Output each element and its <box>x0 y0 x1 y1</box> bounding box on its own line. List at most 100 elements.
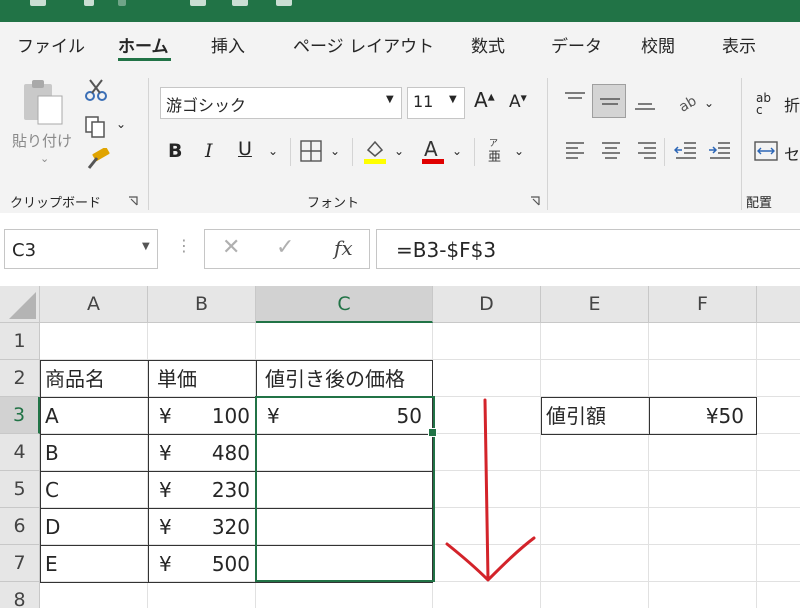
tab-review[interactable]: 校閲 <box>641 32 675 57</box>
grid-cell-b1[interactable] <box>148 323 256 360</box>
cell-c6[interactable] <box>256 508 433 546</box>
column-header-c[interactable]: C <box>256 286 433 323</box>
decrease-font-size-icon[interactable]: A▼ <box>509 92 527 112</box>
cell-a5[interactable]: C <box>40 471 149 509</box>
grid-cell-e7[interactable] <box>541 545 649 582</box>
wrap-text-icon[interactable]: ab c <box>756 92 771 116</box>
print-preview-icon[interactable] <box>190 0 206 6</box>
row-header-6[interactable]: 6 <box>0 508 40 545</box>
clipboard-launcher-icon[interactable] <box>128 196 138 206</box>
underline-button[interactable]: U <box>238 138 252 160</box>
grid-cell-g2[interactable] <box>757 360 800 397</box>
tab-file[interactable]: ファイル <box>17 32 85 57</box>
undo-icon[interactable] <box>84 0 94 6</box>
font-launcher-icon[interactable] <box>530 196 540 206</box>
grid-cell-a1[interactable] <box>40 323 148 360</box>
select-all-corner[interactable] <box>0 286 40 323</box>
enter-icon[interactable]: ✓ <box>276 235 294 260</box>
cell-b5[interactable]: ¥230 <box>148 471 257 509</box>
orientation-icon[interactable]: ab <box>676 90 700 112</box>
column-header-d[interactable]: D <box>433 286 541 323</box>
font-color-icon[interactable]: A <box>420 136 446 166</box>
grid-cell-e5[interactable] <box>541 471 649 508</box>
grid-cell-g6[interactable] <box>757 508 800 545</box>
column-header-a[interactable]: A <box>40 286 148 323</box>
grid-cell-e1[interactable] <box>541 323 649 360</box>
phonetic-guide-icon[interactable]: ア 亜 <box>486 136 506 164</box>
cell-c5[interactable] <box>256 471 433 509</box>
font-size-chevron-icon[interactable]: ▼ <box>449 94 457 105</box>
grid-cell-f2[interactable] <box>649 360 757 397</box>
paste-icon[interactable] <box>20 76 68 128</box>
grid-cell-c1[interactable] <box>256 323 433 360</box>
grid-cell-e4[interactable] <box>541 434 649 471</box>
cell-b7[interactable]: ¥500 <box>148 545 257 583</box>
grid-cell-g4[interactable] <box>757 434 800 471</box>
column-header-f[interactable]: F <box>649 286 757 323</box>
tab-insert[interactable]: 挿入 <box>211 32 245 57</box>
cell-b6[interactable]: ¥320 <box>148 508 257 546</box>
cell-a3[interactable]: A <box>40 397 149 435</box>
row-header-4[interactable]: 4 <box>0 434 40 471</box>
grid-cell-f7[interactable] <box>649 545 757 582</box>
cell-b3[interactable]: ¥100 <box>148 397 257 435</box>
save-icon[interactable] <box>30 0 46 6</box>
insert-function-icon[interactable]: fx <box>334 236 353 260</box>
column-header-g[interactable] <box>757 286 800 323</box>
copy-icon[interactable] <box>84 115 106 139</box>
grid-cell-b8[interactable] <box>148 582 256 608</box>
cell-c7[interactable] <box>256 545 433 583</box>
column-header-e[interactable]: E <box>541 286 649 323</box>
grid-cell-g5[interactable] <box>757 471 800 508</box>
orientation-dropdown-icon[interactable]: ⌄ <box>704 96 714 110</box>
cell-f3[interactable]: ¥50 <box>649 397 757 435</box>
wrap-text-label[interactable]: 折 <box>784 92 800 116</box>
name-box-dropdown-icon[interactable]: ▼ <box>142 241 150 252</box>
cell-a7[interactable]: E <box>40 545 149 583</box>
grid-cell-f4[interactable] <box>649 434 757 471</box>
tab-view[interactable]: 表示 <box>722 32 756 57</box>
format-painter-icon[interactable] <box>83 148 111 172</box>
row-header-5[interactable]: 5 <box>0 471 40 508</box>
customize-quick-access-icon[interactable] <box>276 0 292 6</box>
paste-dropdown-icon[interactable]: ⌄ <box>40 152 49 165</box>
increase-indent-icon[interactable] <box>708 140 732 162</box>
bold-button[interactable]: B <box>168 140 182 162</box>
cell-a4[interactable]: B <box>40 434 149 472</box>
italic-button[interactable]: I <box>205 140 213 162</box>
row-header-8[interactable]: 8 <box>0 582 40 608</box>
grid-cell-e8[interactable] <box>541 582 649 608</box>
cell-c3[interactable]: ¥50 <box>256 397 433 435</box>
grid-cell-g7[interactable] <box>757 545 800 582</box>
cell-c2[interactable]: 値引き後の価格 <box>256 360 433 398</box>
grid-cell-c8[interactable] <box>256 582 433 608</box>
paste-label[interactable]: 貼り付け <box>12 130 72 151</box>
cell-b4[interactable]: ¥480 <box>148 434 257 472</box>
borders-dropdown-icon[interactable]: ⌄ <box>330 144 340 158</box>
grid-cell-d1[interactable] <box>433 323 541 360</box>
grid-cell-f1[interactable] <box>649 323 757 360</box>
row-header-3[interactable]: 3 <box>0 397 40 434</box>
quick-print-icon[interactable] <box>232 0 248 6</box>
phonetic-dropdown-icon[interactable]: ⌄ <box>514 144 524 158</box>
grid-cell-g8[interactable] <box>757 582 800 608</box>
cancel-icon[interactable]: ✕ <box>222 235 240 260</box>
underline-dropdown-icon[interactable]: ⌄ <box>268 144 278 158</box>
align-bottom-icon[interactable] <box>632 90 658 112</box>
row-header-2[interactable]: 2 <box>0 360 40 397</box>
fill-color-dropdown-icon[interactable]: ⌄ <box>394 144 404 158</box>
font-color-dropdown-icon[interactable]: ⌄ <box>452 144 462 158</box>
cell-c4[interactable] <box>256 434 433 472</box>
tab-page-layout[interactable]: ページ レイアウト <box>293 32 434 57</box>
align-left-icon[interactable] <box>564 140 586 162</box>
cell-a2[interactable]: 商品名 <box>40 360 149 398</box>
column-header-b[interactable]: B <box>148 286 256 323</box>
align-top-icon[interactable] <box>562 90 588 112</box>
cell-e3[interactable]: 値引額 <box>541 397 650 435</box>
tab-formulas[interactable]: 数式 <box>471 32 505 57</box>
increase-font-size-icon[interactable]: A▲ <box>474 88 495 112</box>
redo-icon[interactable] <box>118 0 126 6</box>
cell-a6[interactable]: D <box>40 508 149 546</box>
cut-icon[interactable] <box>83 78 109 102</box>
align-center-icon[interactable] <box>600 140 622 162</box>
